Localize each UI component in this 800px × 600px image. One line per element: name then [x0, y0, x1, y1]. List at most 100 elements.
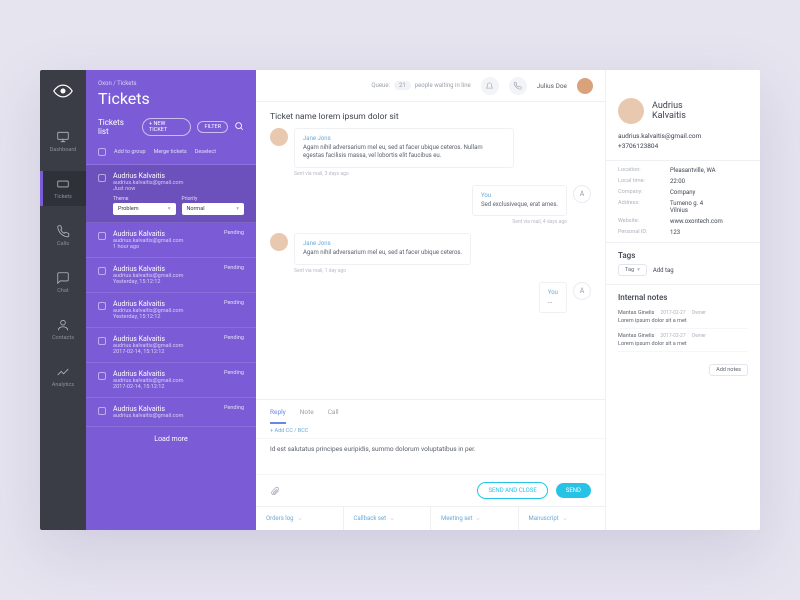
page-title: Tickets: [86, 89, 256, 118]
ticket-title: Ticket name lorem ipsum dolor sit: [256, 102, 605, 128]
new-ticket-button[interactable]: + NEW TICKET: [142, 118, 191, 136]
nav-label: Dashboard: [50, 147, 77, 153]
you-avatar: A: [573, 282, 591, 300]
ticket-item[interactable]: Audrius Kalvaitisaudrius.kalvaitis@gmail…: [86, 223, 256, 258]
compose-box: Reply Note Call + Add CC / BCC Id est sa…: [256, 399, 605, 530]
queue-indicator: Queue: 21 people waiting in line: [371, 81, 470, 90]
add-cc-bcc[interactable]: + Add CC / BCC: [256, 424, 605, 438]
ticket-time: Just now: [113, 186, 244, 192]
ticket-item[interactable]: Audrius Kalvaitis audrius.kalvaitis@gmai…: [86, 165, 256, 223]
nav-label: Tickets: [54, 194, 72, 200]
chevron-down-icon: [475, 516, 481, 522]
message-incoming: Jane JonsAgam nihil adversarium mel eu, …: [270, 233, 591, 273]
ticket-checkbox[interactable]: [98, 174, 106, 182]
ticket-checkbox[interactable]: [98, 407, 106, 415]
message-incoming: Jane JonsAgam nihil adversarium mel eu, …: [270, 128, 591, 177]
attach-button[interactable]: [270, 481, 280, 500]
user-avatar[interactable]: [577, 78, 593, 94]
ticket-checkbox[interactable]: [98, 267, 106, 275]
topbar: Queue: 21 people waiting in line Julius …: [256, 70, 605, 102]
load-more-button[interactable]: Load more: [86, 427, 256, 451]
paperclip-icon: [270, 486, 280, 496]
contacts-icon: [56, 318, 70, 332]
theme-select[interactable]: Problem▾: [113, 203, 176, 215]
you-avatar: A: [573, 185, 591, 203]
profile-avatar: [618, 98, 644, 124]
search-button[interactable]: [234, 121, 244, 133]
breadcrumb: Oxon / Tickets: [86, 70, 256, 89]
theme-label: Theme: [113, 196, 176, 202]
add-tag-button[interactable]: Add tag: [653, 267, 674, 274]
compose-editor[interactable]: Id est salutatus principes euripidis, su…: [256, 438, 605, 474]
nav-label: Calls: [57, 241, 69, 247]
profile-email[interactable]: audrius.kalvaitis@gmail.com: [618, 132, 748, 140]
chat-icon: [56, 271, 70, 285]
tags-row: Tag▾ Add tag: [606, 264, 760, 285]
priority-select[interactable]: Normal▾: [182, 203, 245, 215]
main: Queue: 21 people waiting in line Julius …: [256, 70, 760, 530]
search-icon: [234, 121, 244, 131]
quick-callback-set[interactable]: Callback set: [344, 507, 432, 530]
tab-note[interactable]: Note: [300, 408, 314, 424]
quick-meeting-set[interactable]: Meeting set: [431, 507, 519, 530]
add-notes-button[interactable]: Add notes: [709, 364, 748, 376]
add-notes-row: Add notes: [606, 360, 760, 379]
ticket-item[interactable]: Audrius Kalvaitisaudrius.kalvaitis@gmail…: [86, 363, 256, 398]
quick-orders-log[interactable]: Orders log: [256, 507, 344, 530]
bulk-deselect[interactable]: Deselect: [195, 149, 216, 155]
quick-actions: Orders log Callback set Meeting set Manu…: [256, 506, 605, 530]
notes-heading: Internal notes: [606, 285, 760, 306]
bulk-add[interactable]: Add to group: [114, 149, 146, 155]
compose-tabs: Reply Note Call: [256, 400, 605, 424]
queue-count: 21: [394, 81, 411, 90]
ticket-checkbox[interactable]: [98, 232, 106, 240]
phone-icon: [513, 81, 522, 90]
ticket-item[interactable]: Audrius Kalvaitisaudrius.kalvaitis@gmail…: [86, 328, 256, 363]
message-thread: Jane JonsAgam nihil adversarium mel eu, …: [256, 128, 605, 399]
notifications-button[interactable]: [481, 77, 499, 95]
tab-call[interactable]: Call: [328, 408, 339, 424]
chevron-down-icon: [389, 516, 395, 522]
filter-button[interactable]: FILTER: [197, 121, 228, 133]
note-item: Mantas Ginelis2017-02-27Owner Lorem ipsu…: [618, 306, 748, 329]
nav-calls[interactable]: Calls: [40, 218, 86, 253]
app-window: Dashboard Tickets Calls Chat Contacts An…: [40, 70, 760, 530]
ticket-checkbox[interactable]: [98, 337, 106, 345]
logo-eye-icon: [52, 80, 74, 102]
bulk-merge[interactable]: Merge tickets: [154, 149, 187, 155]
ticket-item[interactable]: Audrius Kalvaitisaudrius.kalvaitis@gmail…: [86, 398, 256, 427]
sender-avatar: [270, 233, 288, 251]
tickets-sidebar: Oxon / Tickets Tickets Tickets list + NE…: [86, 70, 256, 530]
nav-dashboard[interactable]: Dashboard: [40, 124, 86, 159]
profile-phone[interactable]: +3706123804: [618, 142, 748, 150]
phone-icon: [56, 224, 70, 238]
internal-notes: Mantas Ginelis2017-02-27Owner Lorem ipsu…: [606, 306, 760, 360]
send-button[interactable]: SEND: [556, 483, 591, 498]
tag-chip[interactable]: Tag▾: [618, 264, 647, 276]
ticket-checkbox[interactable]: [98, 302, 106, 310]
nav-tickets[interactable]: Tickets: [40, 171, 86, 206]
priority-label: Priority: [182, 196, 245, 202]
list-header: Tickets list + NEW TICKET FILTER: [86, 118, 256, 144]
profile-details: Location:Pleasantville, WA Local time:22…: [606, 161, 760, 243]
profile-contact: audrius.kalvaitis@gmail.com +3706123804: [606, 132, 760, 161]
bulk-actions: Add to group Merge tickets Deselect: [86, 144, 256, 165]
ticket-item[interactable]: Audrius Kalvaitisaudrius.kalvaitis@gmail…: [86, 258, 256, 293]
ticket-item[interactable]: Audrius Kalvaitisaudrius.kalvaitis@gmail…: [86, 293, 256, 328]
bell-icon: [485, 81, 494, 90]
ticket-checkbox[interactable]: [98, 372, 106, 380]
profile-header: AudriusKalvaitis: [606, 70, 760, 132]
quick-manuscript[interactable]: Manuscript: [519, 507, 606, 530]
nav-analytics[interactable]: Analytics: [40, 359, 86, 394]
nav-contacts[interactable]: Contacts: [40, 312, 86, 347]
compose-actions: SEND AND CLOSE SEND: [256, 474, 605, 506]
nav-chat[interactable]: Chat: [40, 265, 86, 300]
nav-rail: Dashboard Tickets Calls Chat Contacts An…: [40, 70, 86, 530]
send-and-close-button[interactable]: SEND AND CLOSE: [477, 482, 547, 499]
call-button[interactable]: [509, 77, 527, 95]
note-item: Mantas Ginelis2017-02-27Owner Lorem ipsu…: [618, 329, 748, 352]
current-user[interactable]: Julius Doe: [537, 82, 567, 90]
tab-reply[interactable]: Reply: [270, 408, 286, 424]
nav-label: Chat: [57, 288, 68, 294]
select-all-checkbox[interactable]: [98, 148, 106, 156]
